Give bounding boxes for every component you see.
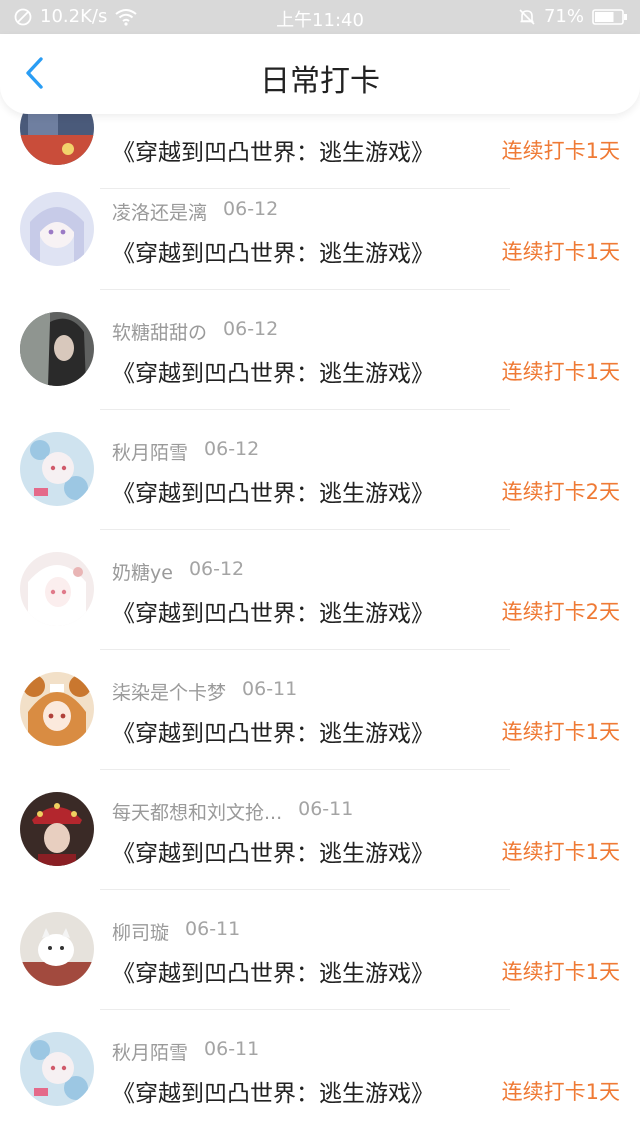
item-meta: 柒染是个卡梦 06-11 — [112, 678, 297, 705]
username[interactable]: 秋月陌雪 — [112, 1038, 188, 1065]
game-title[interactable]: 《穿越到凹凸世界：逃生游戏》 — [112, 474, 434, 508]
item-meta: 秋月陌雪 06-11 — [112, 1038, 259, 1065]
page-title: 日常打卡 — [260, 64, 380, 99]
avatar[interactable] — [20, 912, 94, 986]
streak-label: 连续打卡1天 — [501, 240, 620, 264]
avatar[interactable] — [20, 1032, 94, 1106]
avatar[interactable] — [20, 192, 94, 266]
game-title[interactable]: 《穿越到凹凸世界：逃生游戏》 — [112, 1074, 434, 1108]
avatar[interactable] — [20, 792, 94, 866]
streak-label: 连续打卡1天 — [501, 960, 620, 984]
avatar[interactable] — [20, 672, 94, 746]
game-title[interactable]: 《穿越到凹凸世界：逃生游戏》 — [112, 133, 434, 167]
item-meta: 凌洛还是漓 06-12 — [112, 198, 278, 225]
list-item[interactable]: 秋月陌雪 06-11 《穿越到凹凸世界：逃生游戏》 连续打卡1天 — [0, 1010, 640, 1130]
checkin-list: 《穿越到凹凸世界：逃生游戏》 连续打卡1天 凌洛还是漓 06-12 《穿越到凹凸世… — [0, 0, 640, 1138]
streak-label: 连续打卡1天 — [501, 720, 620, 744]
streak-label: 连续打卡2天 — [501, 480, 620, 504]
game-title[interactable]: 《穿越到凹凸世界：逃生游戏》 — [112, 594, 434, 628]
list-item[interactable]: 软糖甜甜の 06-12 《穿越到凹凸世界：逃生游戏》 连续打卡1天 — [0, 290, 640, 410]
avatar[interactable] — [20, 432, 94, 506]
streak-label: 连续打卡1天 — [501, 139, 620, 163]
date: 06-12 — [188, 558, 245, 580]
list-item[interactable]: 柒染是个卡梦 06-11 《穿越到凹凸世界：逃生游戏》 连续打卡1天 — [0, 650, 640, 770]
list-item[interactable]: 秋月陌雪 06-12 《穿越到凹凸世界：逃生游戏》 连续打卡2天 — [0, 410, 640, 530]
game-title[interactable]: 《穿越到凹凸世界：逃生游戏》 — [112, 954, 434, 988]
item-meta: 每天都想和刘文抢... 06-11 — [112, 798, 353, 825]
date: 06-11 — [185, 918, 241, 940]
game-title[interactable]: 《穿越到凹凸世界：逃生游戏》 — [112, 714, 434, 748]
streak-label: 连续打卡1天 — [501, 360, 620, 384]
game-title[interactable]: 《穿越到凹凸世界：逃生游戏》 — [112, 354, 434, 388]
username[interactable]: 凌洛还是漓 — [112, 198, 207, 225]
game-title[interactable]: 《穿越到凹凸世界：逃生游戏》 — [112, 834, 434, 868]
username[interactable]: 柒染是个卡梦 — [112, 678, 226, 705]
username[interactable]: 软糖甜甜の — [112, 318, 207, 345]
username[interactable]: 秋月陌雪 — [112, 438, 188, 465]
date: 06-11 — [242, 678, 298, 700]
username[interactable]: 奶糖ye — [112, 558, 173, 585]
date: 06-11 — [298, 798, 354, 820]
item-meta: 柳司璇 06-11 — [112, 918, 240, 945]
list-item[interactable]: 柳司璇 06-11 《穿越到凹凸世界：逃生游戏》 连续打卡1天 — [0, 890, 640, 1010]
item-meta: 奶糖ye 06-12 — [112, 558, 244, 585]
date: 06-11 — [204, 1038, 260, 1060]
date: 06-12 — [204, 438, 260, 460]
item-meta: 软糖甜甜の 06-12 — [112, 318, 278, 345]
streak-label: 连续打卡1天 — [501, 1080, 620, 1104]
username[interactable]: 柳司璇 — [112, 918, 169, 945]
list-item[interactable]: 凌洛还是漓 06-12 《穿越到凹凸世界：逃生游戏》 连续打卡1天 — [0, 170, 640, 290]
list-item[interactable]: 每天都想和刘文抢... 06-11 《穿越到凹凸世界：逃生游戏》 连续打卡1天 — [0, 770, 640, 890]
item-meta: 秋月陌雪 06-12 — [112, 438, 259, 465]
header: 日常打卡 — [0, 34, 640, 114]
date: 06-12 — [223, 318, 279, 340]
avatar[interactable] — [20, 312, 94, 386]
streak-label: 连续打卡1天 — [501, 840, 620, 864]
streak-label: 连续打卡2天 — [501, 600, 620, 624]
date: 06-12 — [223, 198, 279, 220]
list-item[interactable]: 奶糖ye 06-12 《穿越到凹凸世界：逃生游戏》 连续打卡2天 — [0, 530, 640, 650]
game-title[interactable]: 《穿越到凹凸世界：逃生游戏》 — [112, 234, 434, 268]
username[interactable]: 每天都想和刘文抢... — [112, 798, 282, 825]
avatar[interactable] — [20, 552, 94, 626]
